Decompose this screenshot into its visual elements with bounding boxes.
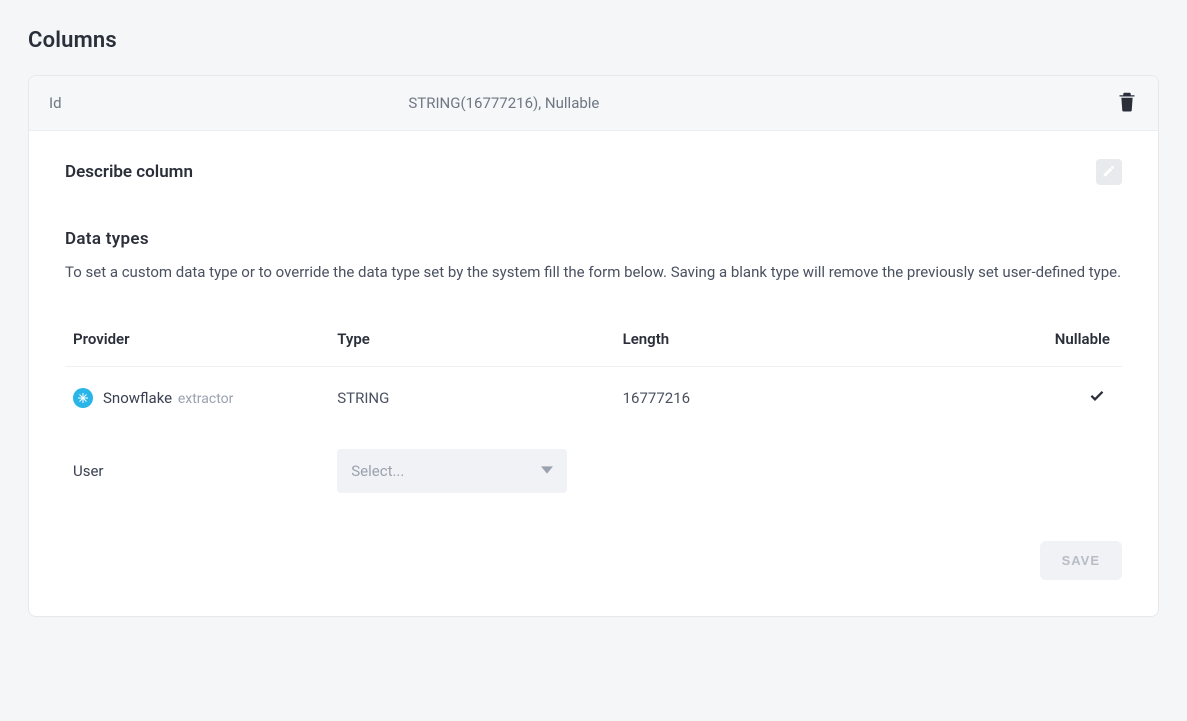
column-card-header[interactable]: Id STRING(16777216), Nullable <box>29 76 1158 131</box>
provider-name: Snowflake <box>103 389 172 407</box>
column-name: Id <box>49 94 408 112</box>
th-nullable: Nullable <box>963 318 1122 367</box>
delete-column-button[interactable] <box>1114 88 1140 119</box>
snowflake-icon <box>73 388 93 408</box>
th-type: Type <box>329 318 614 367</box>
save-button[interactable]: SAVE <box>1040 541 1122 580</box>
page-title: Columns <box>28 28 1159 53</box>
provider-name: User <box>73 462 104 480</box>
column-type-summary: STRING(16777216), Nullable <box>408 94 1098 112</box>
datatypes-table: Provider Type Length Nullable <box>65 318 1122 513</box>
type-select[interactable]: Select... <box>337 449 567 493</box>
table-row: Snowflake extractor STRING 16777216 <box>65 367 1122 430</box>
datatypes-heading: Data types <box>65 229 1122 249</box>
column-card: Id STRING(16777216), Nullable Describe c… <box>28 75 1159 617</box>
pencil-icon <box>1102 164 1116 181</box>
provider-sub: extractor <box>178 391 234 407</box>
table-row: User Select... <box>65 429 1122 513</box>
length-value: 16777216 <box>615 367 964 430</box>
describe-heading: Describe column <box>65 162 193 182</box>
check-icon <box>1088 391 1106 409</box>
type-value: STRING <box>329 367 614 430</box>
caret-down-icon <box>541 462 553 480</box>
th-length: Length <box>615 318 964 367</box>
datatypes-description: To set a custom data type or to override… <box>65 261 1122 284</box>
th-provider: Provider <box>65 318 329 367</box>
trash-icon <box>1118 100 1136 115</box>
select-placeholder: Select... <box>351 462 404 480</box>
edit-description-button[interactable] <box>1096 159 1122 185</box>
